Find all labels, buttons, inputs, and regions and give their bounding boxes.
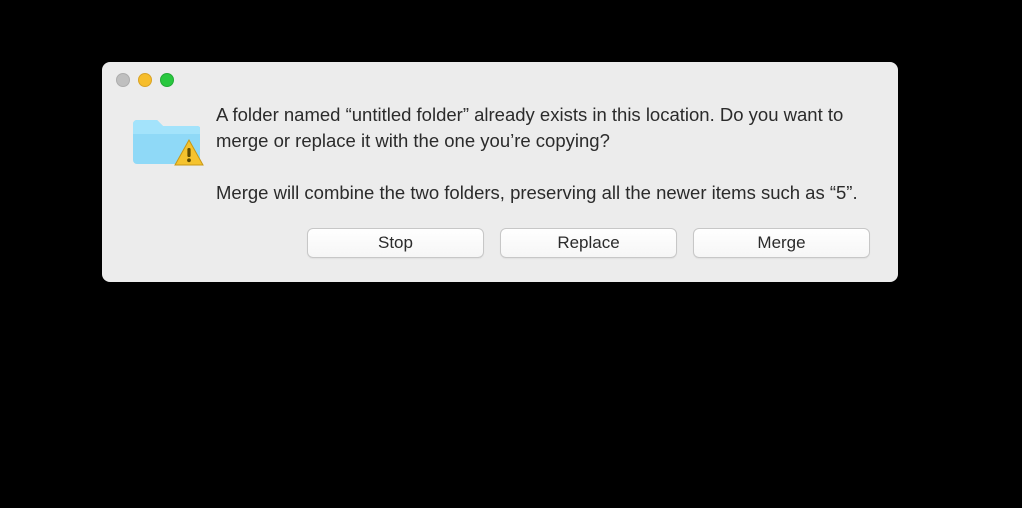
conflict-dialog: A folder named “untitled folder” already… [102,62,898,282]
dialog-body: A folder named “untitled folder” already… [102,98,898,206]
folder-icon [130,108,200,166]
window-zoom-button[interactable] [160,73,174,87]
dialog-text: A folder named “untitled folder” already… [216,102,870,206]
window-minimize-button[interactable] [138,73,152,87]
dialog-button-row: Stop Replace Merge [102,206,898,258]
replace-button[interactable]: Replace [500,228,677,258]
dialog-icon-area [130,102,216,206]
merge-button[interactable]: Merge [693,228,870,258]
window-close-button [116,73,130,87]
stop-button[interactable]: Stop [307,228,484,258]
dialog-primary-text: A folder named “untitled folder” already… [216,102,860,154]
warning-icon [174,139,204,172]
dialog-secondary-text: Merge will combine the two folders, pres… [216,180,860,206]
window-titlebar [102,62,898,98]
